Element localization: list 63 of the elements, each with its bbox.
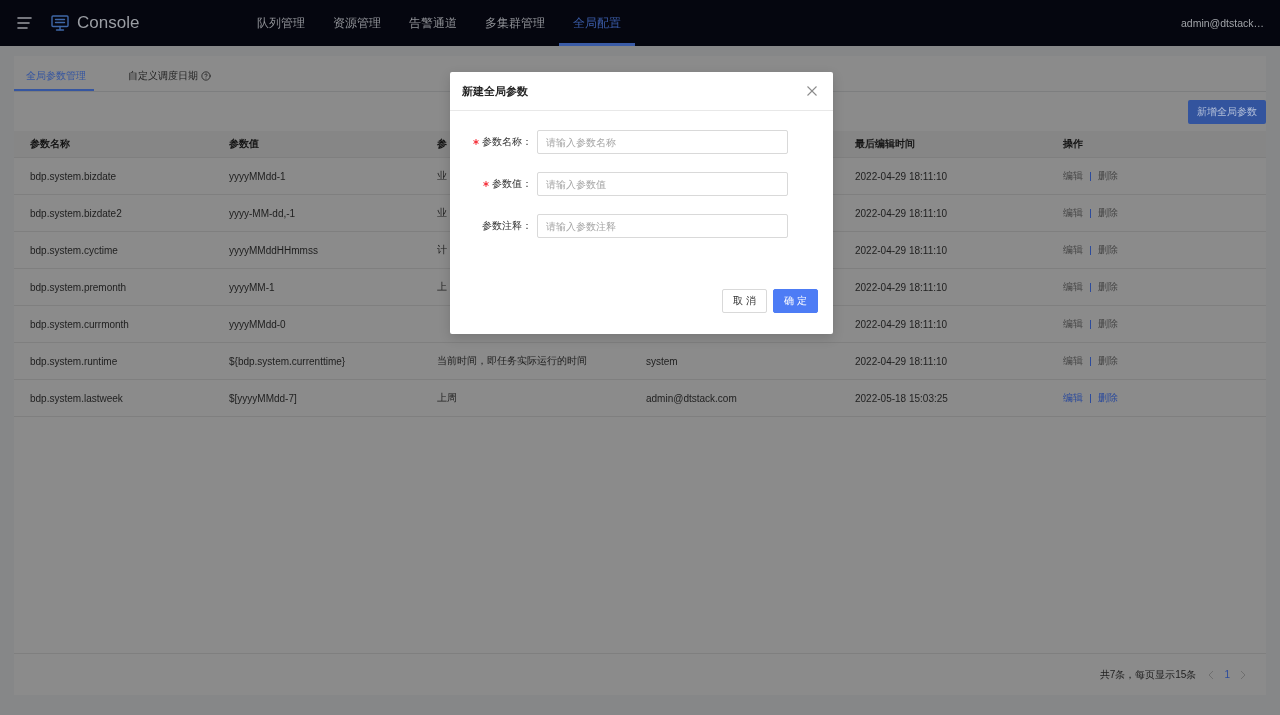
table-cell: yyyy-MM-dd,-1 (229, 207, 296, 219)
field-label: 参数名称： (482, 135, 532, 149)
table-cell: 2022-05-18 15:03:25 (855, 392, 948, 404)
page-number[interactable]: 1 (1214, 669, 1240, 680)
chevron-left-icon[interactable] (1208, 669, 1215, 680)
column-header: 最后编辑时间 (855, 137, 915, 151)
nav-tab[interactable]: 全局配置 (559, 0, 635, 46)
nav-tab[interactable]: 队列管理 (243, 0, 319, 46)
chevron-right-icon[interactable] (1240, 669, 1246, 680)
user-account-name[interactable]: admin@dtstack… (1180, 17, 1264, 29)
close-icon[interactable] (807, 86, 817, 96)
table-cell: yyyyMMdd-0 (229, 318, 286, 330)
page-tab[interactable]: 全局参数管理 (14, 56, 94, 91)
table-cell: 2022-04-29 18:11:10 (855, 244, 948, 256)
app-logo-text: Console (77, 13, 140, 33)
table-cell: bdp.system.lastweek (30, 392, 123, 404)
table-cell: bdp.system.currmonth (30, 318, 129, 330)
table-cell: 业 (437, 169, 447, 183)
column-header: 参 (437, 137, 447, 151)
table-cell: 当前时间，即任务实际运行的时间 (437, 354, 587, 368)
table-cell: 2022-04-29 18:11:10 (855, 207, 948, 219)
table-cell: 2022-04-29 18:11:10 (855, 355, 948, 367)
table-cell: ${bdp.system.currenttime} (229, 355, 346, 367)
table-cell: bdp.system.bizdate2 (30, 207, 122, 219)
table-cell: 2022-04-29 18:11:10 (855, 318, 948, 330)
table-cell: yyyyMM-1 (229, 281, 275, 293)
column-header: 参数值 (229, 137, 259, 151)
cancel-button[interactable]: 取 消 (722, 289, 767, 313)
row-action-link[interactable]: 删除 (1098, 391, 1118, 405)
table-cell: bdp.system.runtime (30, 355, 118, 367)
table-cell: bdp.system.cyctime (30, 244, 118, 256)
table-cell: yyyyMMdd-1 (229, 170, 286, 182)
page-tab[interactable]: 自定义调度日期 (116, 56, 219, 91)
field-label: 参数注释： (482, 219, 532, 233)
table-cell: 2022-04-29 18:11:10 (855, 281, 948, 293)
input-field[interactable]: 请输入参数值 (537, 172, 788, 196)
menu-icon[interactable] (17, 17, 32, 29)
table-cell: admin@dtstack.com (646, 392, 737, 404)
table-cell: $[yyyyMMdd-7] (229, 392, 297, 404)
add-parameter-button[interactable]: 新增全局参数 (1188, 100, 1266, 124)
row-action-link[interactable]: 编辑 (1063, 391, 1083, 405)
confirm-button[interactable]: 确 定 (773, 289, 818, 313)
table-cell: bdp.system.bizdate (30, 170, 117, 182)
column-header: 操作 (1063, 137, 1083, 151)
table-cell: 上 (437, 280, 447, 294)
table-cell: yyyyMMddHHmmss (229, 244, 318, 256)
table-cell: system (646, 355, 678, 367)
table-cell: bdp.system.premonth (30, 281, 127, 293)
monitor-icon (51, 15, 69, 31)
table-cell: 计 (437, 243, 447, 257)
column-header: 参数名称 (30, 137, 70, 151)
help-icon[interactable] (201, 70, 211, 81)
nav-tab[interactable]: 多集群管理 (471, 0, 559, 46)
nav-tab[interactable]: 资源管理 (319, 0, 395, 46)
input-field[interactable]: 请输入参数名称 (537, 130, 788, 154)
pagination-summary: 共7条，每页显示15条 (1099, 667, 1197, 682)
dialog-title: 新建全局参数 (462, 83, 528, 99)
table-cell: 上周 (437, 391, 457, 405)
field-label: 参数值： (492, 177, 532, 191)
table-cell: 业 (437, 206, 447, 220)
table-cell: 2022-04-29 18:11:10 (855, 170, 948, 182)
input-field[interactable]: 请输入参数注释 (537, 214, 788, 238)
nav-tab[interactable]: 告警通道 (395, 0, 471, 46)
